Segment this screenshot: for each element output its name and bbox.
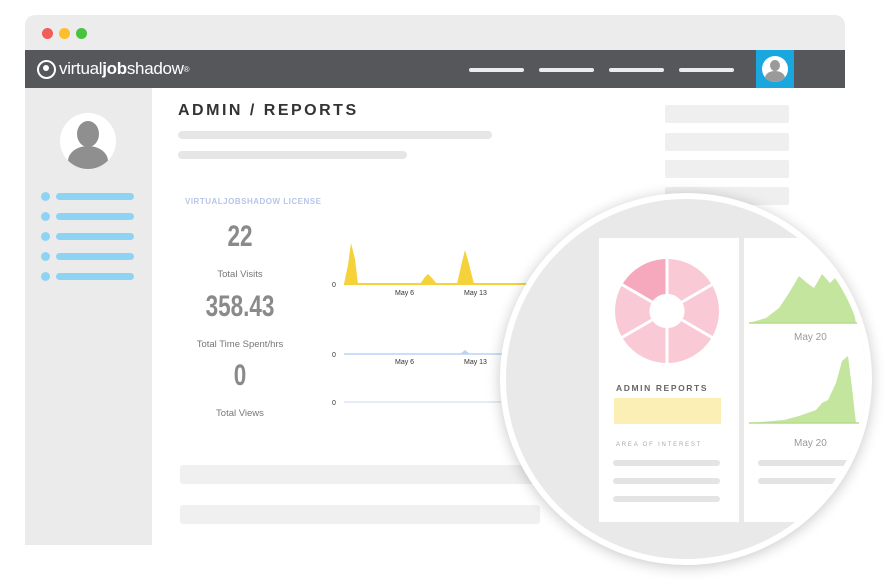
visits-spike-2: [420, 274, 437, 284]
magnifier-lens: ADMIN REPORTS AREA OF INTEREST May 20 Ma…: [500, 193, 872, 565]
area-chart-1-date: May 20: [794, 332, 827, 343]
user-avatar-icon: [762, 56, 788, 82]
license-label: VIRTUALJOBSHADOW LICENSE: [185, 197, 322, 206]
sidebar-item-1[interactable]: [41, 192, 136, 201]
stat-value-views: 0: [233, 359, 247, 392]
placeholder-line: [758, 460, 865, 466]
logo-text-end: shadow: [126, 59, 184, 78]
minimize-window-button[interactable]: [59, 28, 70, 39]
sidebar-item-2[interactable]: [41, 212, 136, 221]
stat-label-views: Total Views: [216, 408, 264, 419]
placeholder-text-line: [178, 131, 492, 139]
placeholder-line: [758, 478, 865, 484]
placeholder-line: [613, 496, 720, 502]
magnified-chart-card: May 20 May 20: [744, 238, 866, 522]
bullet-icon: [41, 192, 50, 201]
registered-mark: ®: [183, 64, 190, 74]
profile-avatar-icon[interactable]: [60, 113, 116, 169]
placeholder-row: [180, 465, 540, 484]
highlight-block: [614, 398, 721, 424]
area-chart-1: [749, 274, 856, 323]
logo-pin-icon: [37, 59, 56, 79]
sidebar-item-4[interactable]: [41, 252, 136, 261]
stat-label-time: Total Time Spent/hrs: [196, 339, 284, 350]
views-y-zero: 0: [332, 400, 336, 407]
visits-x-tick-2: May 13: [464, 290, 487, 297]
right-panel-item: [665, 160, 789, 178]
time-x-tick-1: May 6: [395, 359, 414, 366]
visits-x-tick-1: May 6: [395, 290, 414, 297]
stat-value-time: 358.43: [205, 290, 275, 323]
placeholder-text-line: [178, 151, 407, 159]
top-nav-bar: virtual job shadow ®: [25, 50, 845, 88]
sidebar: [25, 88, 152, 545]
title-bar: [25, 15, 845, 50]
bullet-icon: [41, 272, 50, 281]
bullet-icon: [41, 232, 50, 241]
time-x-tick-2: May 13: [464, 359, 487, 366]
stat-value-visits: 22: [227, 220, 253, 253]
bullet-icon: [41, 212, 50, 221]
bullet-icon: [41, 252, 50, 261]
placeholder-line: [613, 478, 720, 484]
placeholder-line: [613, 460, 720, 466]
sidebar-item-5[interactable]: [41, 272, 136, 281]
donut-chart: [615, 258, 719, 364]
time-y-zero: 0: [332, 352, 336, 359]
area-chart-2-date: May 20: [794, 438, 827, 449]
placeholder-row: [180, 505, 540, 524]
app-logo[interactable]: virtual job shadow ®: [37, 57, 190, 81]
nav-link-3[interactable]: [609, 68, 664, 72]
magnified-title: ADMIN REPORTS: [616, 383, 709, 393]
logo-text-bold: job: [102, 59, 127, 78]
right-panel-item: [665, 105, 789, 123]
page-title: ADMIN / REPORTS: [178, 102, 359, 119]
user-menu-button[interactable]: [756, 50, 794, 88]
maximize-window-button[interactable]: [76, 28, 87, 39]
visits-spike-1: [344, 243, 358, 284]
area-chart-2: [749, 356, 856, 423]
nav-link-2[interactable]: [539, 68, 594, 72]
area-charts: [749, 274, 859, 424]
stat-label-visits: Total Visits: [217, 269, 263, 280]
nav-link-4[interactable]: [679, 68, 734, 72]
visits-y-zero: 0: [332, 282, 336, 289]
magnified-subtitle: AREA OF INTEREST: [616, 442, 703, 448]
magnified-report-card: ADMIN REPORTS AREA OF INTEREST: [599, 238, 739, 522]
time-spike: [460, 350, 470, 354]
nav-link-1[interactable]: [469, 68, 524, 72]
visits-spike-3: [457, 250, 474, 284]
right-panel-item: [665, 133, 789, 151]
sidebar-item-3[interactable]: [41, 232, 136, 241]
close-window-button[interactable]: [42, 28, 53, 39]
logo-text-regular: virtual: [59, 59, 103, 78]
